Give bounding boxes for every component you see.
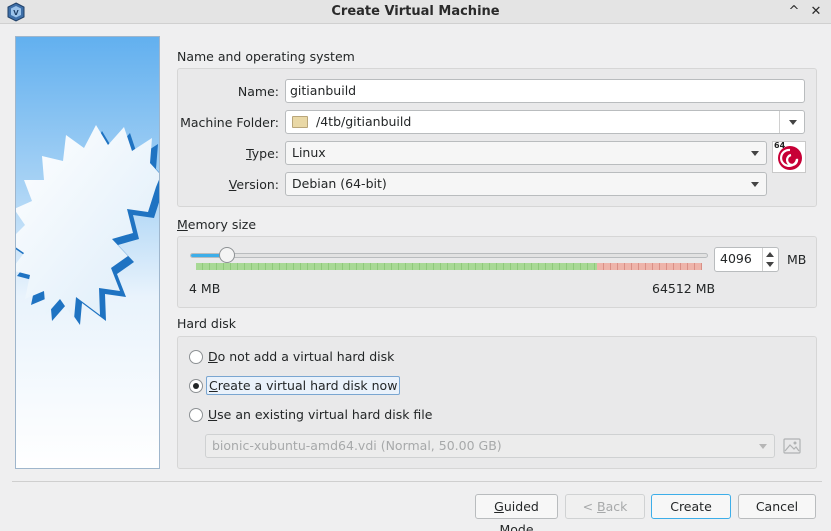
memory-title-mnemonic: M [177,217,188,232]
machine-folder-label: Machine Folder: [180,115,279,130]
version-label-text: ersion: [236,177,279,192]
existing-disk-text: se an existing virtual hard disk file [217,407,433,422]
chevron-down-icon [789,120,797,125]
type-label-text: ype: [251,146,279,161]
memory-unit-label: MB [787,252,807,267]
guided-mode-button[interactable]: Guided Mode [475,494,558,531]
guided-mnemonic: G [494,499,504,514]
spin-separator [762,248,763,271]
memory-title-text: emory size [187,217,257,232]
spin-down-icon[interactable] [766,262,774,267]
window-title: Create Virtual Machine [331,4,500,19]
close-button[interactable]: ✕ [807,3,825,21]
type-combo[interactable]: Linux [285,141,767,165]
hard-disk-group-title: Hard disk [177,316,237,331]
chevron-down-icon [759,444,767,449]
starburst-graphic [16,37,159,468]
debian-os-icon: 64 [772,141,806,173]
version-value: Debian (64-bit) [292,176,387,191]
radio-no-disk[interactable] [189,350,203,364]
create-disk-text: reate a virtual hard disk now [217,378,398,393]
memory-value: 4096 [720,251,752,266]
machine-folder-combo[interactable]: /4tb/gitianbuild [285,110,805,134]
memory-scale-safe-range [196,263,597,270]
back-button[interactable]: < Back [565,494,645,519]
existing-disk-mnemonic: U [208,407,218,422]
chevron-down-icon [751,151,759,156]
memory-spinbox[interactable]: 4096 [714,247,779,272]
memory-slider-track[interactable] [190,253,708,258]
radio-create-disk[interactable] [189,379,203,393]
radio-existing-disk[interactable] [189,408,203,422]
guided-text: uided Mode [499,499,539,531]
existing-disk-combo: bionic-xubuntu-amd64.vdi (Normal, 50.00 … [205,434,775,458]
type-label: Type: [180,146,279,161]
create-disk-mnemonic: C [209,378,218,393]
choose-disk-file-icon [783,438,801,454]
minimize-button[interactable]: ^ [785,3,803,21]
back-mnemonic: B [597,499,606,514]
cancel-button[interactable]: Cancel [738,494,816,519]
name-input[interactable]: gitianbuild [285,79,805,103]
type-value: Linux [292,145,326,160]
version-label: Version: [180,177,279,192]
memory-min-label: 4 MB [189,281,221,296]
folder-icon [292,116,308,128]
name-os-group-title: Name and operating system [177,49,355,64]
existing-disk-label[interactable]: Use an existing virtual hard disk file [206,406,434,423]
memory-scale-unsafe-range [597,263,702,270]
memory-max-label: 64512 MB [652,281,716,296]
memory-group-title: Memory size [177,217,256,232]
version-combo[interactable]: Debian (64-bit) [285,172,767,196]
chevron-down-icon [751,182,759,187]
button-divider [12,481,822,482]
machine-folder-value: /4tb/gitianbuild [316,114,412,129]
no-disk-mnemonic: D [208,349,218,364]
create-disk-label[interactable]: Create a virtual hard disk now [206,376,401,395]
create-button[interactable]: Create [651,494,731,519]
memory-slider-handle[interactable] [219,247,235,263]
name-label: Name: [237,84,279,99]
no-disk-label[interactable]: Do not add a virtual hard disk [206,348,396,365]
title-bar: V Create Virtual Machine ^ ✕ [0,0,831,24]
combo-separator [779,111,780,133]
os-bitness-badge: 64 [774,141,786,150]
spin-up-icon[interactable] [766,252,774,257]
no-disk-text: o not add a virtual hard disk [217,349,395,364]
wizard-banner-image [15,36,160,469]
existing-disk-value: bionic-xubuntu-amd64.vdi (Normal, 50.00 … [212,438,502,453]
memory-scale-bar [196,263,702,270]
back-prefix: < [582,499,598,514]
back-text: ack [605,499,628,514]
